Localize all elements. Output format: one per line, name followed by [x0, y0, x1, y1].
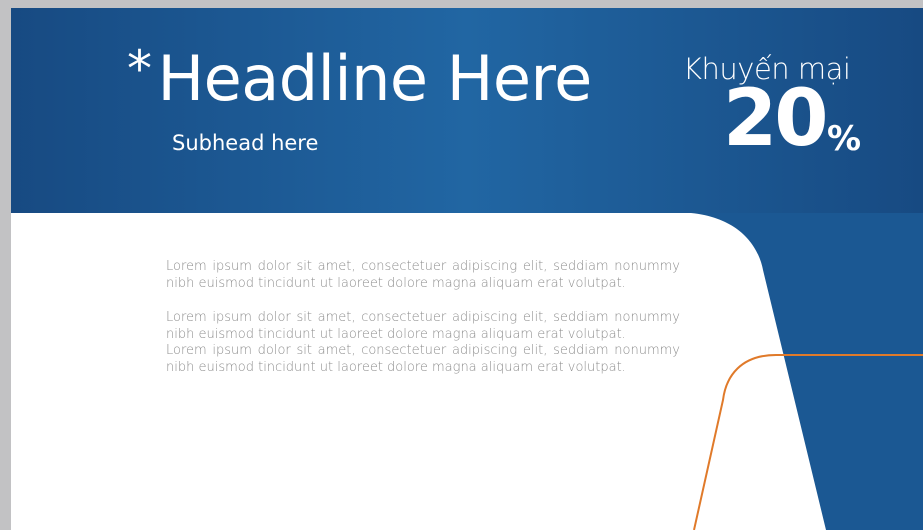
paragraph-2: Lorem ipsum dolor sit amet, consectetuer… [166, 310, 680, 342]
promo-unit: % [827, 119, 862, 159]
flyer-canvas: *Headline Here Subhead here Khuyến mại 2… [11, 8, 923, 530]
headline: *Headline Here [127, 44, 592, 110]
headline-asterisk: * [127, 40, 152, 98]
subhead: Subhead here [172, 131, 319, 155]
headline-text: Headline Here [157, 42, 593, 115]
promo-value: 20 [723, 74, 829, 164]
paragraph-3: Lorem ipsum dolor sit amet, consectetuer… [166, 343, 680, 375]
paragraph-1: Lorem ipsum dolor sit amet, consectetuer… [166, 259, 680, 291]
body-copy: Lorem ipsum dolor sit amet, consectetuer… [166, 259, 680, 376]
blue-side-panel [691, 213, 923, 530]
